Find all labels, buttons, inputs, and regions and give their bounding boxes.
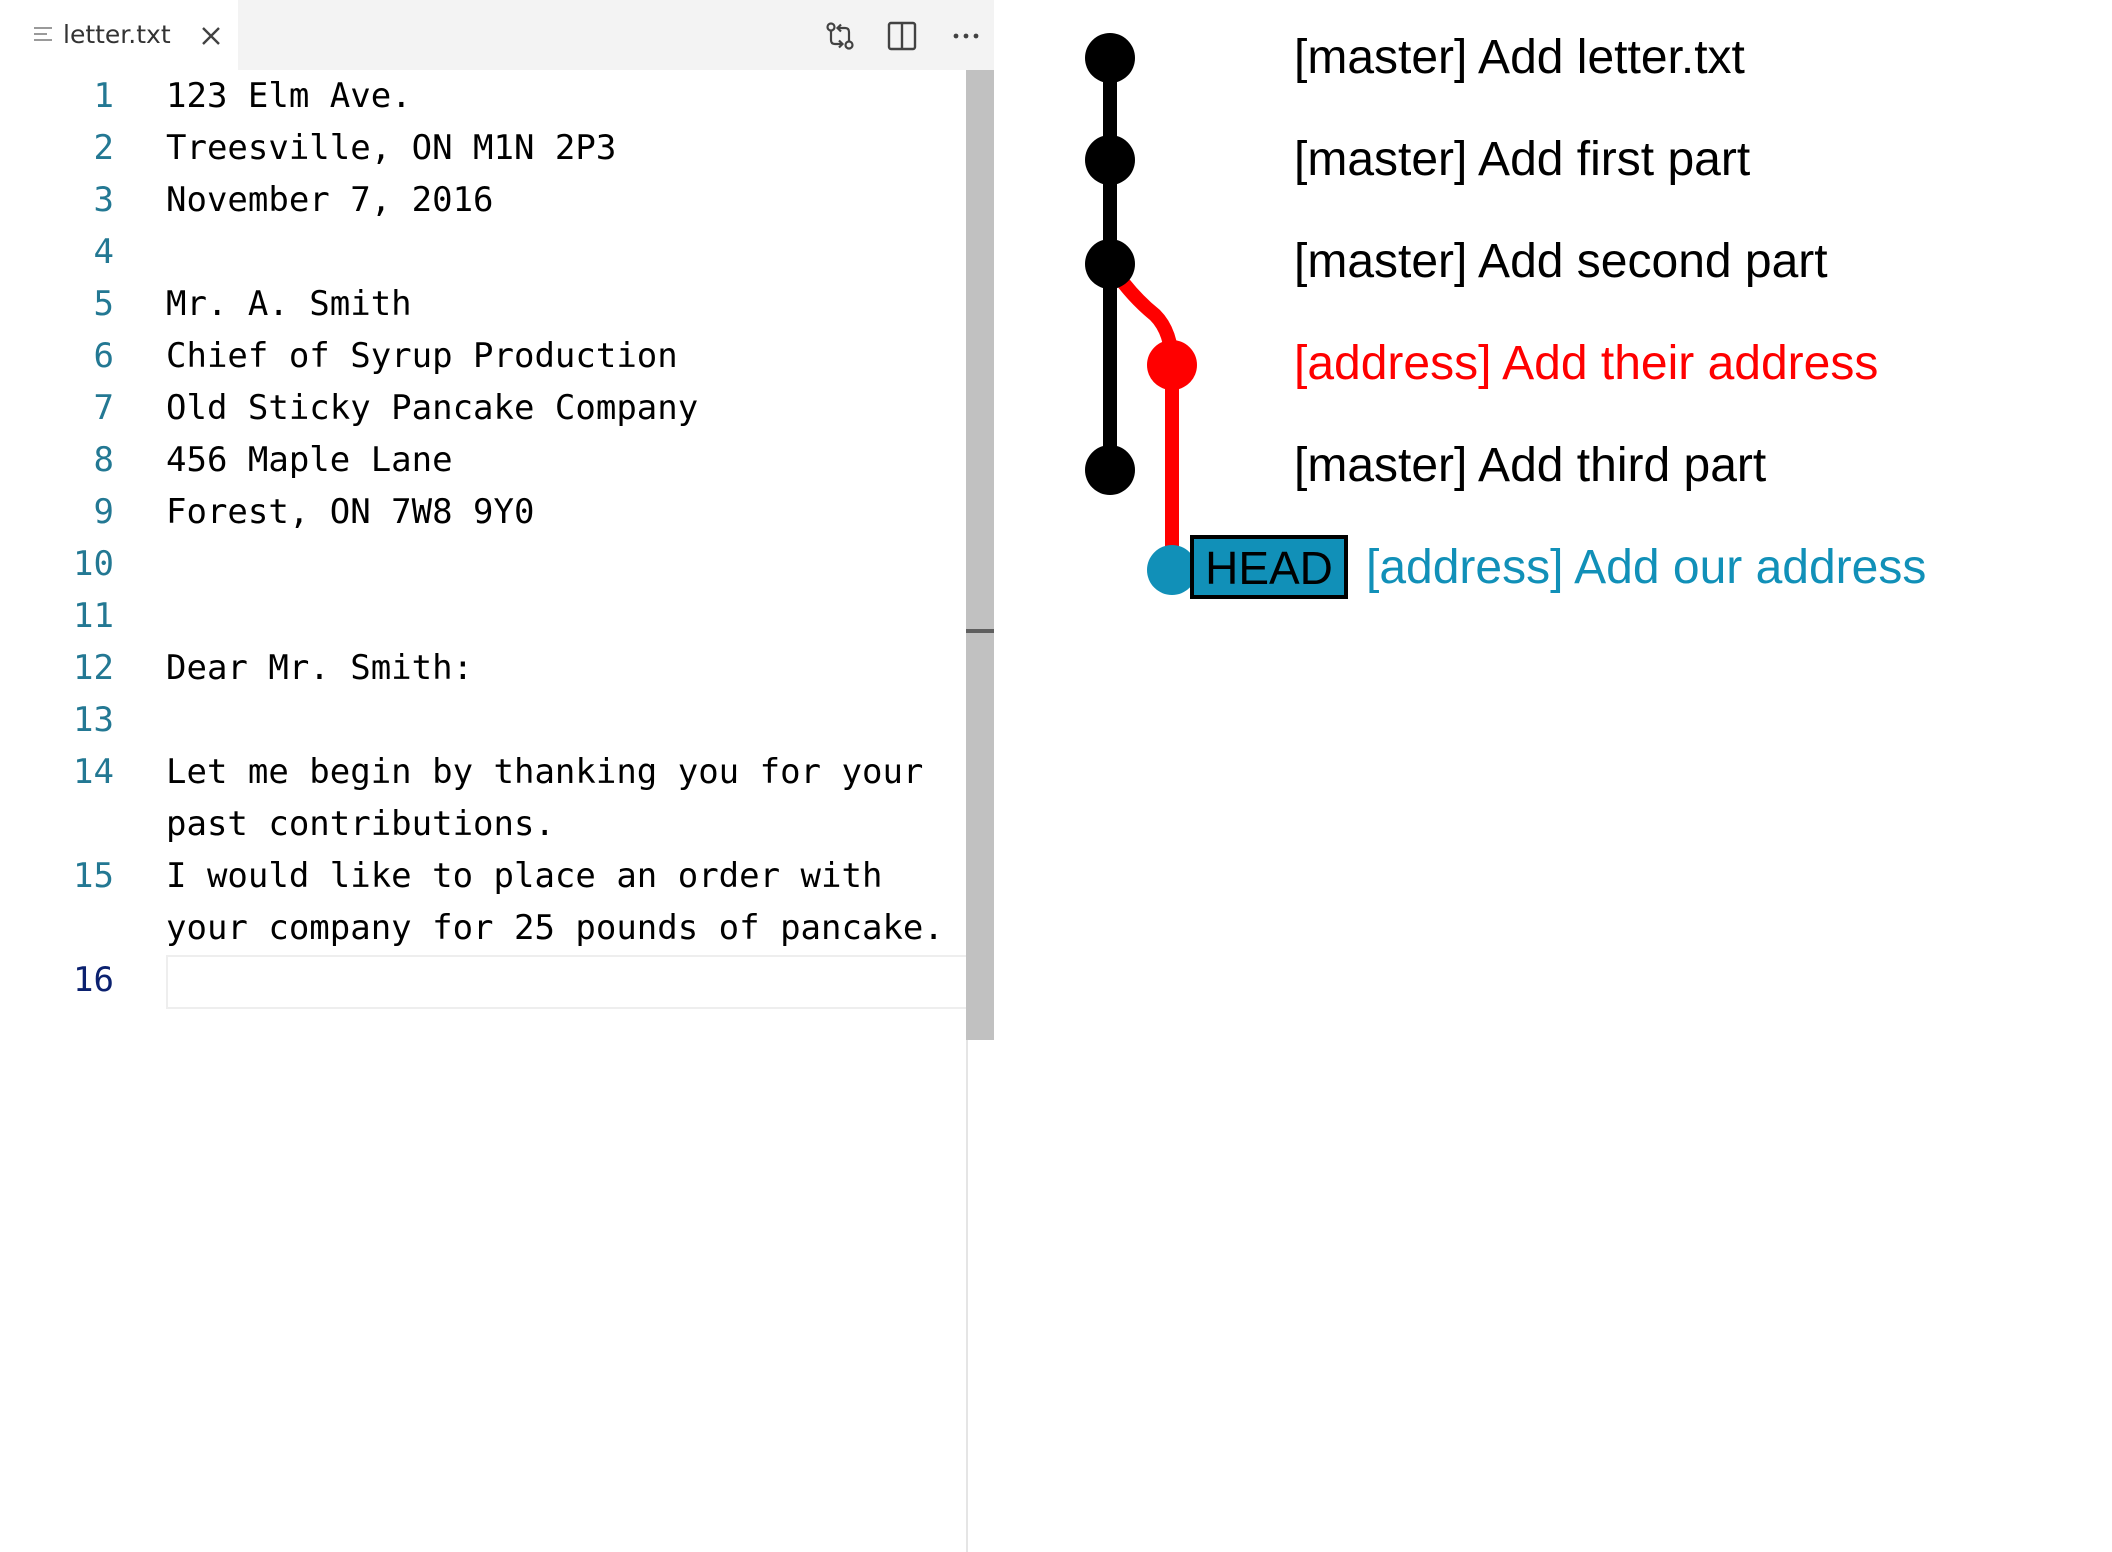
code-line[interactable]: 123 Elm Ave. — [166, 70, 412, 122]
code-line[interactable]: Old Sticky Pancake Company — [166, 382, 698, 434]
tab-label: letter.txt — [63, 20, 171, 49]
text-editor[interactable]: letter.txt 1 123 Elm Ave. 2 Treesville, ON … — [0, 0, 994, 1552]
more-actions-icon[interactable] — [948, 18, 984, 54]
code-line[interactable]: Mr. A. Smith — [166, 278, 412, 330]
commit-message: [master] Add letter.txt — [1294, 31, 1745, 84]
line-number: 9 — [93, 492, 114, 532]
code-line[interactable]: Forest, ON 7W8 9Y0 — [166, 486, 534, 538]
scrollbar-position-marker — [966, 629, 994, 633]
commit-message: [master] Add second part — [1294, 235, 1828, 288]
commit-dot — [1085, 135, 1135, 185]
code-line-wrapped[interactable]: past contributions. — [166, 798, 555, 850]
line-number: 1 — [93, 76, 114, 116]
line-number: 7 — [93, 388, 114, 428]
code-line[interactable]: Treesville, ON M1N 2P3 — [166, 122, 616, 174]
line-number: 14 — [73, 752, 114, 792]
commit-dot — [1085, 33, 1135, 83]
code-line[interactable]: November 7, 2016 — [166, 174, 494, 226]
line-number: 3 — [93, 180, 114, 220]
line-number: 2 — [93, 128, 114, 168]
commit-message: [master] Add third part — [1294, 439, 1767, 492]
line-number: 10 — [73, 544, 114, 584]
code-line[interactable]: Let me begin by thanking you for your — [166, 746, 923, 798]
compare-changes-icon[interactable] — [822, 18, 858, 54]
code-line-wrapped[interactable]: your company for 25 pounds of pancake. — [166, 902, 944, 954]
vertical-scrollbar[interactable] — [966, 70, 994, 1040]
line-number: 12 — [73, 648, 114, 688]
git-graph: [master] Add letter.txt [master] Add fir… — [1000, 0, 2112, 1552]
commit-dot — [1147, 340, 1197, 390]
editor-tab-letter[interactable]: letter.txt — [0, 0, 238, 70]
line-number: 16 — [73, 960, 114, 1000]
code-line[interactable]: I would like to place an order with — [166, 850, 882, 902]
line-number: 8 — [93, 440, 114, 480]
commit-message: [address] Add their address — [1294, 337, 1879, 390]
head-badge: HEAD — [1190, 535, 1348, 599]
commit-message: [master] Add first part — [1294, 133, 1751, 186]
editor-tab-bar: letter.txt — [0, 0, 994, 70]
close-icon[interactable] — [200, 25, 222, 47]
commit-dot — [1085, 445, 1135, 495]
code-line[interactable]: 456 Maple Lane — [166, 434, 453, 486]
line-number: 15 — [73, 856, 114, 896]
line-number: 13 — [73, 700, 114, 740]
commit-dot — [1085, 239, 1135, 289]
commit-message: [address] Add our address — [1366, 541, 1927, 594]
line-number: 11 — [73, 596, 114, 636]
line-number: 4 — [93, 232, 114, 272]
current-line-highlight — [166, 955, 994, 1009]
split-editor-icon[interactable] — [884, 18, 920, 54]
line-number: 6 — [93, 336, 114, 376]
list-icon — [34, 27, 54, 45]
code-line[interactable]: Chief of Syrup Production — [166, 330, 678, 382]
pane-divider[interactable] — [966, 1040, 968, 1552]
line-number: 5 — [93, 284, 114, 324]
address-branch-line — [1104, 260, 1179, 570]
code-line[interactable]: Dear Mr. Smith: — [166, 642, 473, 694]
